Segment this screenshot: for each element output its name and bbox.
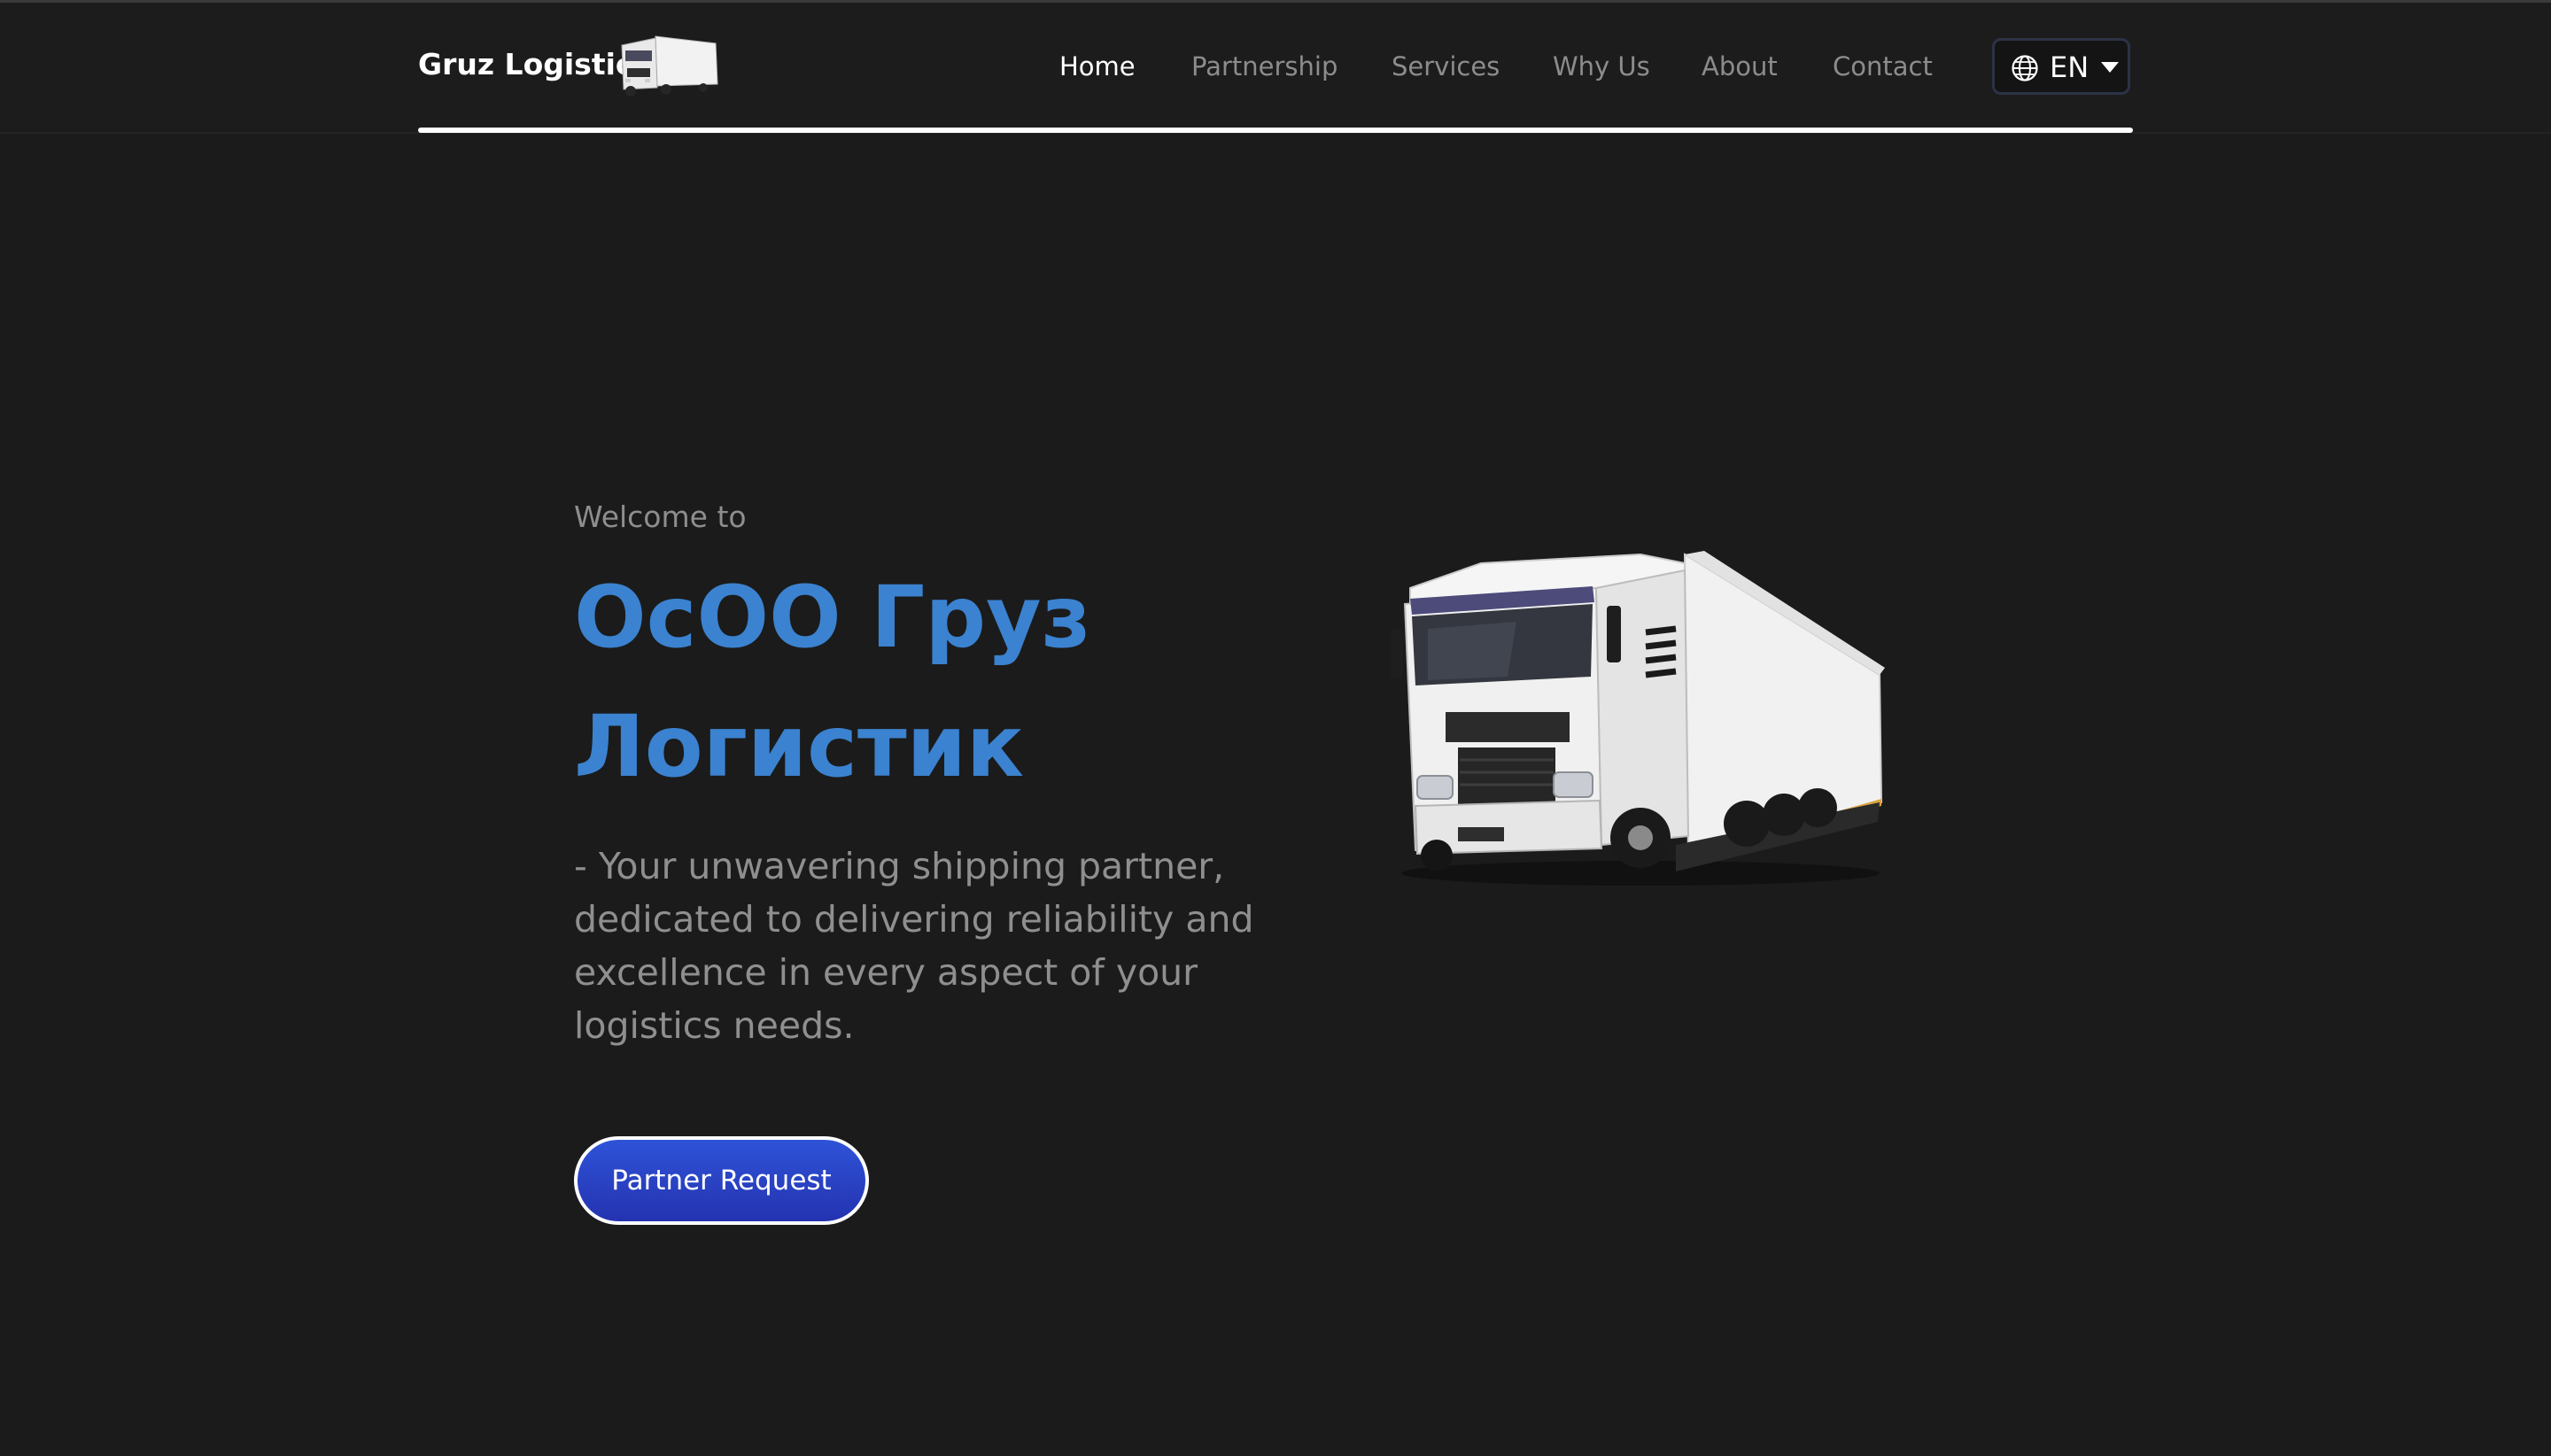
hero-title: ОсОО Груз Логистик <box>574 553 1336 811</box>
hero-welcome: Welcome to <box>574 500 747 534</box>
nav-why-us[interactable]: Why Us <box>1553 50 1650 82</box>
globe-icon <box>2012 55 2038 81</box>
hero-title-line1: ОсОО Груз <box>574 568 1091 667</box>
brand-name[interactable]: Gruz Logistic <box>418 47 632 82</box>
nav-partnership[interactable]: Partnership <box>1191 50 1338 82</box>
nav-about[interactable]: About <box>1702 50 1778 82</box>
truck-image <box>1391 551 1885 886</box>
nav-contact[interactable]: Contact <box>1833 50 1933 82</box>
language-code: EN <box>2050 50 2090 84</box>
nav-services[interactable]: Services <box>1392 50 1500 82</box>
site-header: Gruz Logistic Home Partnership Services … <box>0 3 2551 134</box>
nav-home[interactable]: Home <box>1059 50 1136 82</box>
chevron-down-icon <box>2101 62 2119 73</box>
active-nav-underline <box>418 128 2133 133</box>
partner-request-button[interactable]: Partner Request <box>574 1136 869 1225</box>
logo-truck-icon[interactable] <box>616 33 721 98</box>
language-selector[interactable]: EN <box>1992 38 2130 95</box>
hero-subtitle: - Your unwavering shipping partner, dedi… <box>574 845 1254 1047</box>
hero-title-line2: Логистик <box>574 697 1025 796</box>
